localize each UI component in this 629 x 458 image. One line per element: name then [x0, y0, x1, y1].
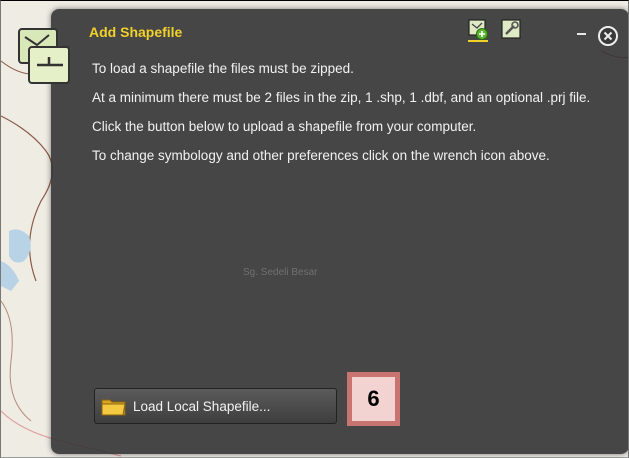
load-button-label: Load Local Shapefile...	[133, 398, 271, 414]
wrench-settings-icon[interactable]	[501, 19, 523, 41]
minimize-icon[interactable]	[575, 23, 589, 37]
instructions-text: To load a shapefile the files must be zi…	[92, 60, 612, 176]
callout-number: 6	[352, 377, 395, 421]
load-local-shapefile-button[interactable]: Load Local Shapefile...	[94, 388, 337, 424]
folder-icon	[101, 395, 127, 417]
instruction-upload: Click the button below to upload a shape…	[92, 119, 477, 134]
instruction-symbology: To change symbology and other preference…	[92, 148, 550, 163]
instruction-files: At a minimum there must be 2 files in th…	[92, 90, 591, 105]
panel-title: Add Shapefile	[89, 24, 183, 40]
map-place-label: Sg. Sedeli Besar	[243, 267, 318, 278]
screenshot-frame: Sg. Sedeli Besar Add Shapefile To load a…	[0, 0, 629, 458]
callout-badge: 6	[347, 372, 400, 426]
close-icon[interactable]	[597, 25, 619, 47]
add-layer-icon[interactable]	[467, 19, 489, 42]
shapefile-icon	[15, 25, 83, 87]
instruction-zip: To load a shapefile the files must be zi…	[92, 61, 354, 76]
